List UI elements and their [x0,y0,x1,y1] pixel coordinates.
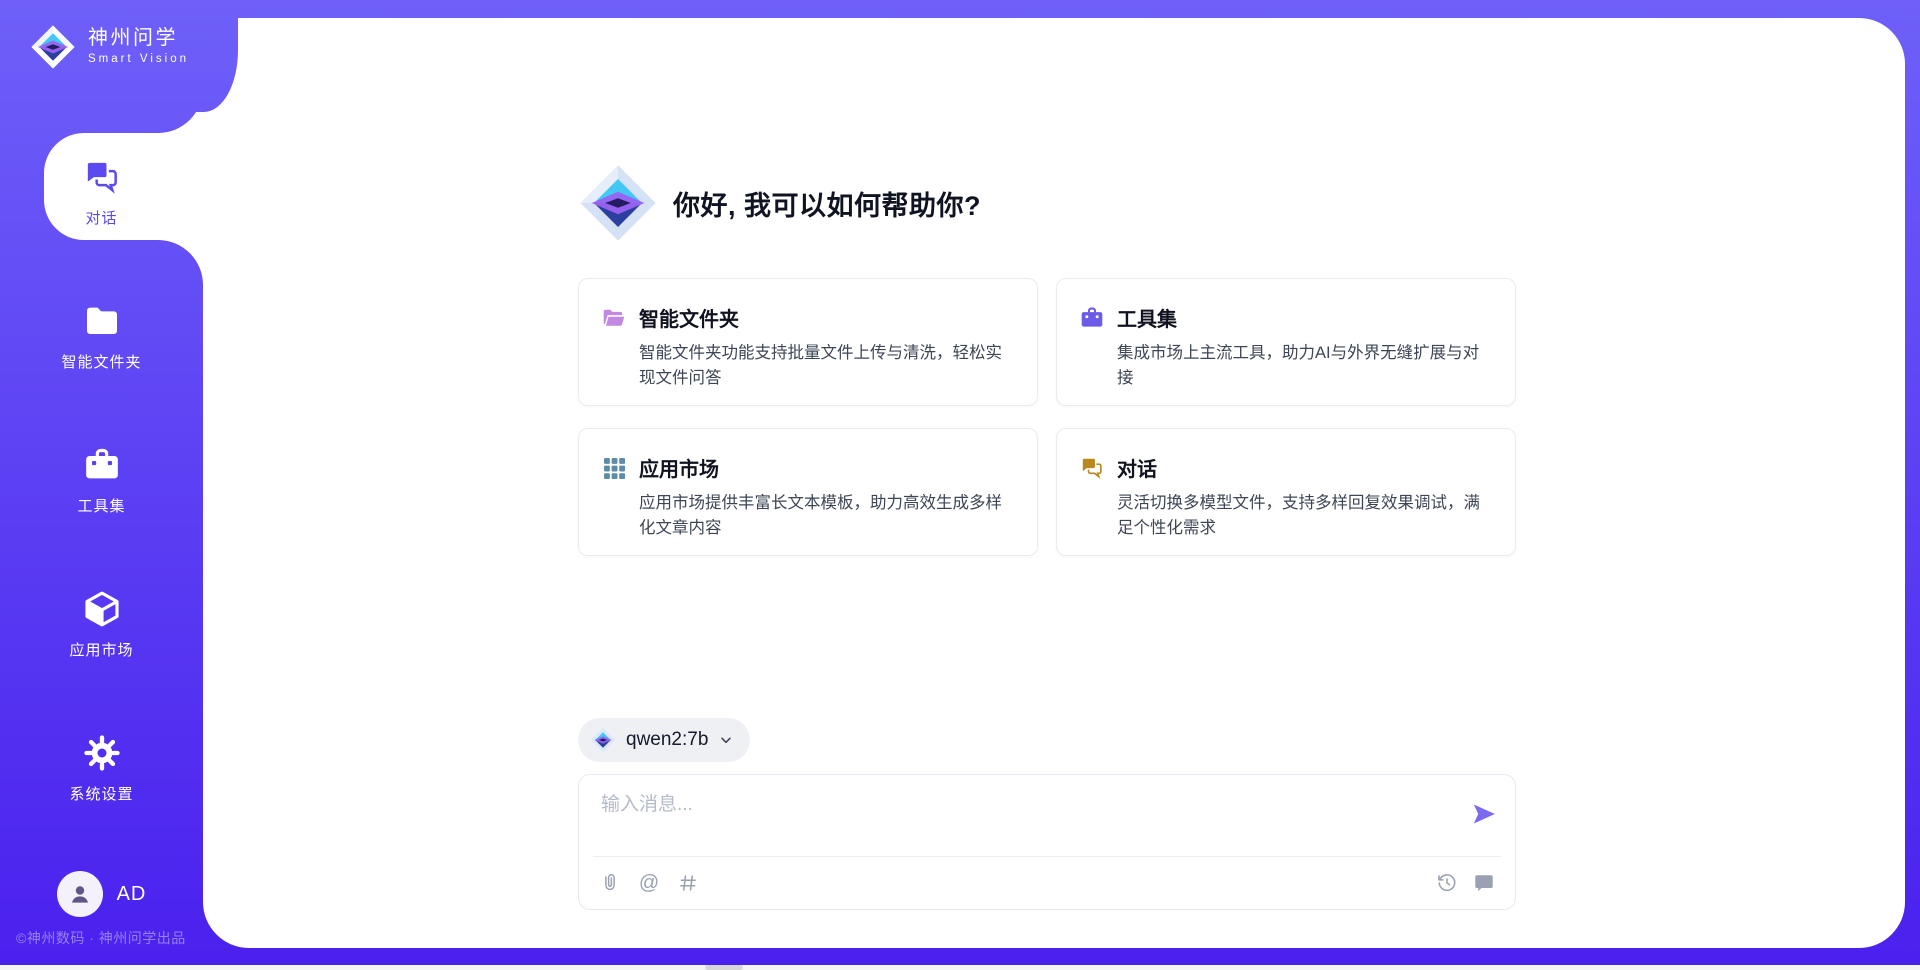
chat-bubbles-icon [82,157,122,197]
card-head: 智能文件夹 [601,303,1015,332]
send-icon[interactable] [1471,801,1497,827]
card-toolset[interactable]: 工具集 集成市场上主流工具，助力AI与外界无缝扩展与对接 [1056,278,1516,406]
feature-cards: 智能文件夹 智能文件夹功能支持批量文件上传与清洗，轻松实现文件问答 工具集 [578,278,1516,556]
sidebar-item-toolset[interactable]: 工具集 [0,430,203,530]
main-content: 你好, 我可以如何帮助你? 智能文件夹 智能文件夹功能支持批量文件上传与清洗，轻… [578,18,1516,910]
sidebar-item-smart-folder[interactable]: 智能文件夹 [0,286,203,386]
card-chat[interactable]: 对话 灵活切换多模型文件，支持多样回复效果调试，满足个性化需求 [1056,428,1516,556]
toolbar-right [1436,872,1495,894]
sidebar-item-label: 应用市场 [69,639,133,660]
user-profile[interactable]: AD [0,868,203,920]
sidebar-header: 神州问学 Smart Vision [0,0,238,112]
message-input[interactable] [593,775,1501,856]
folder-open-icon [601,305,627,331]
model-selector[interactable]: qwen2:7b [578,718,750,762]
greeting-row: 你好, 我可以如何帮助你? [578,163,1516,243]
sidebar-item-settings[interactable]: 系统设置 [0,718,203,818]
card-description: 智能文件夹功能支持批量文件上传与清洗，轻松实现文件问答 [639,341,1015,391]
copyright-text: ©神州数码 · 神州问学出品 [16,928,236,948]
card-title: 智能文件夹 [639,303,739,332]
horizontal-scrollbar-track [0,965,1920,970]
composer-toolbar: @ [579,857,1515,909]
card-smart-folder[interactable]: 智能文件夹 智能文件夹功能支持批量文件上传与清洗，轻松实现文件问答 [578,278,1038,406]
sidebar-item-label: 智能文件夹 [61,351,141,372]
brand-name: 神州问学 [88,27,189,50]
sidebar-item-label: 工具集 [77,495,125,516]
avatar [57,871,103,917]
card-head: 对话 [1079,453,1493,482]
sidebar-item-label: 系统设置 [69,783,133,804]
brand-subtitle: Smart Vision [88,53,189,66]
model-name: qwen2:7b [626,729,708,751]
sidebar-item-app-market[interactable]: 应用市场 [0,574,203,674]
main-panel: 你好, 我可以如何帮助你? 智能文件夹 智能文件夹功能支持批量文件上传与清洗，轻… [203,18,1905,948]
comment-icon[interactable] [1473,872,1495,894]
chat-bubbles-icon [1079,455,1105,481]
card-title: 对话 [1117,453,1157,482]
briefcase-icon [82,445,122,485]
composer-input-wrap [593,775,1501,857]
at-icon[interactable]: @ [638,872,660,894]
card-description: 集成市场上主流工具，助力AI与外界无缝扩展与对接 [1117,341,1493,391]
card-description: 灵活切换多模型文件，支持多样回复效果调试，满足个性化需求 [1117,491,1493,541]
history-icon[interactable] [1436,872,1458,894]
person-icon [66,880,94,908]
chevron-down-icon [718,732,734,748]
gear-icon [82,733,122,773]
folder-icon [82,301,122,341]
paperclip-icon[interactable] [599,872,621,894]
grid-icon [601,455,627,481]
composer: @ [578,774,1516,910]
briefcase-icon [1079,305,1105,331]
diamond-logo-icon [590,727,616,753]
sidebar-item-label: 对话 [85,207,117,228]
brand: 神州问学 Smart Vision [0,0,238,70]
greeting-title: 你好, 我可以如何帮助你? [673,184,981,223]
card-description: 应用市场提供丰富长文本模板，助力高效生成多样化文章内容 [639,491,1015,541]
cube-icon [82,589,122,629]
brand-text: 神州问学 Smart Vision [88,27,189,66]
card-head: 应用市场 [601,453,1015,482]
diamond-logo-icon [30,24,76,70]
user-initials: AD [117,883,147,906]
card-title: 应用市场 [639,453,719,482]
diamond-logo-icon [578,163,658,243]
card-title: 工具集 [1117,303,1177,332]
sidebar-item-chat[interactable]: 对话 [0,142,203,242]
hash-icon[interactable] [677,872,699,894]
card-head: 工具集 [1079,303,1493,332]
card-app-market[interactable]: 应用市场 应用市场提供丰富长文本模板，助力高效生成多样化文章内容 [578,428,1038,556]
horizontal-scrollbar-thumb[interactable] [705,965,743,970]
